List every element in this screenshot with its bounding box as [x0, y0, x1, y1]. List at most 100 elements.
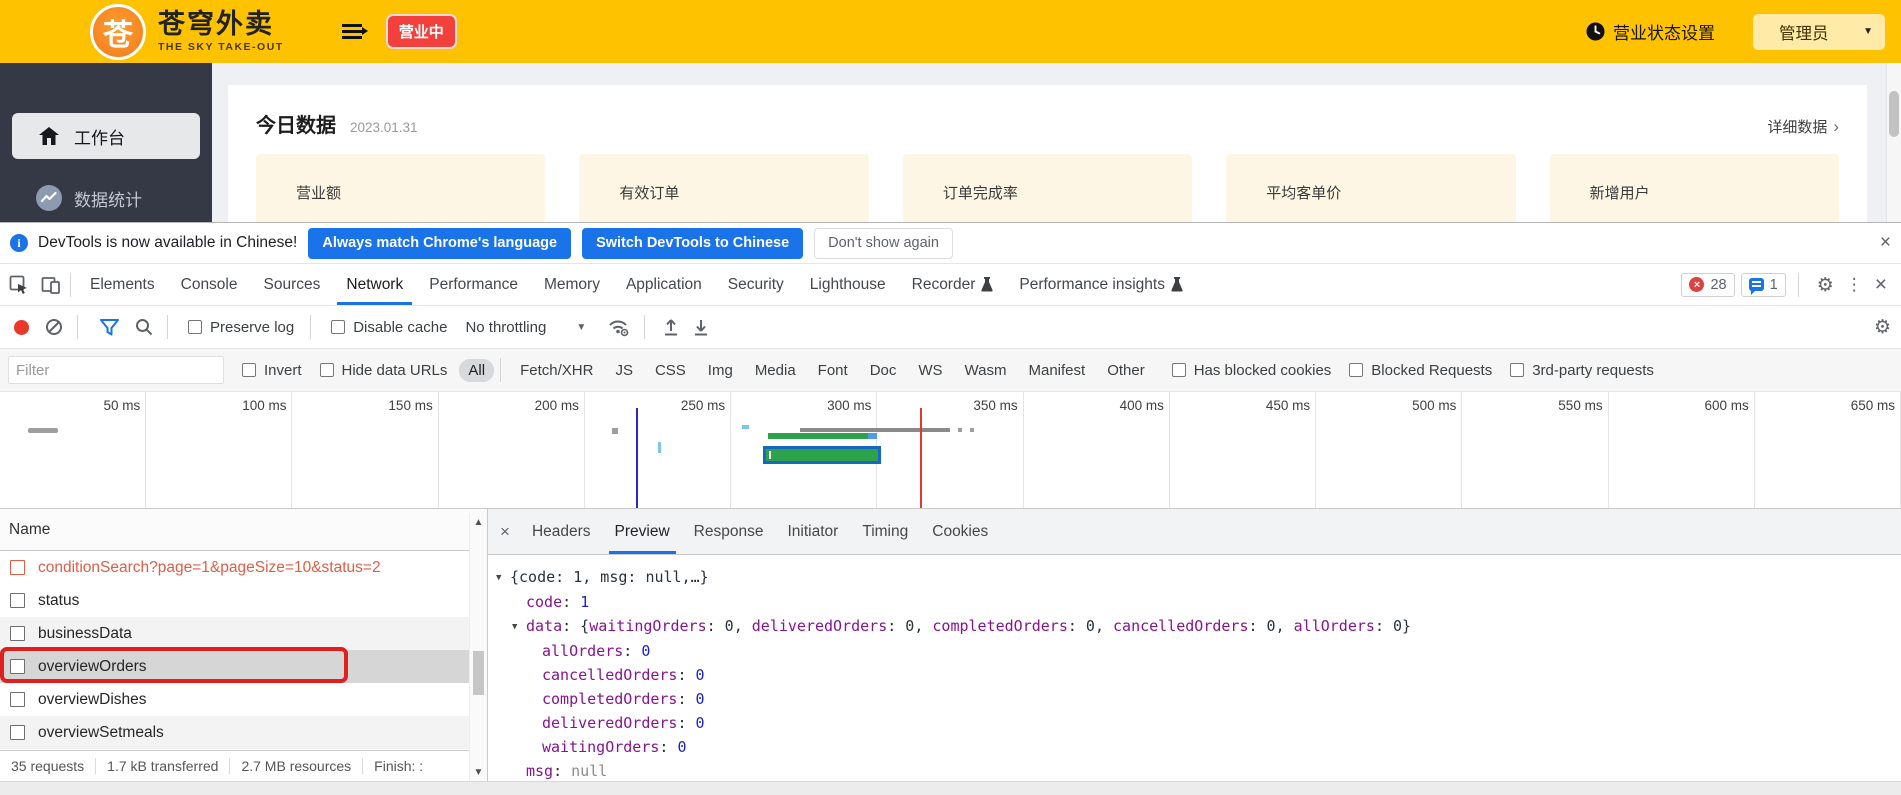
user-menu-dropdown[interactable]: 管理员 ▼: [1753, 13, 1885, 50]
filter-type-font[interactable]: Font: [809, 359, 857, 382]
infobar-button[interactable]: Switch DevTools to Chinese: [582, 227, 804, 259]
filter-checkbox-has-blocked-cookies[interactable]: Has blocked cookies: [1171, 362, 1331, 379]
json-line[interactable]: msg: null: [488, 759, 1901, 781]
tab-recorder[interactable]: Recorder: [899, 264, 1007, 305]
detail-close-icon[interactable]: ×: [500, 522, 510, 542]
detail-tab-preview[interactable]: Preview: [603, 509, 682, 554]
devtools-menu-icon[interactable]: ⋮: [1846, 275, 1863, 295]
waterfall-bar[interactable]: [958, 428, 962, 432]
tab-application[interactable]: Application: [613, 264, 715, 305]
device-toolbar-icon[interactable]: [38, 273, 64, 297]
devtools-settings-icon[interactable]: ⚙: [1817, 274, 1834, 296]
inspect-element-icon[interactable]: [6, 273, 32, 297]
filter-type-doc[interactable]: Doc: [861, 359, 906, 382]
sidebar-item-statistics[interactable]: 数据统计: [12, 177, 200, 219]
tab-sources[interactable]: Sources: [251, 264, 334, 305]
expand-triangle-icon[interactable]: ▼: [512, 615, 526, 639]
waterfall-bar[interactable]: [742, 425, 749, 429]
json-line[interactable]: ▼ data: {waitingOrders: 0, deliveredOrder…: [488, 614, 1901, 639]
waterfall-bar[interactable]: [868, 433, 877, 439]
filter-type-manifest[interactable]: Manifest: [1020, 359, 1095, 382]
table-row[interactable]: overviewSetmeals: [0, 716, 487, 749]
search-icon[interactable]: [135, 318, 153, 336]
page-scrollbar[interactable]: [1886, 63, 1901, 222]
json-line[interactable]: cancelledOrders: 0: [488, 663, 1901, 687]
detail-tab-timing[interactable]: Timing: [850, 509, 920, 554]
console-errors-badge[interactable]: × 28: [1681, 272, 1735, 297]
business-status-settings[interactable]: 营业状态设置: [1613, 19, 1715, 44]
tab-elements[interactable]: Elements: [77, 264, 168, 305]
infobar-button[interactable]: Don't show again: [814, 227, 953, 259]
json-line[interactable]: waitingOrders: 0: [488, 735, 1901, 759]
table-row[interactable]: overviewOrders: [0, 647, 487, 683]
filter-type-css[interactable]: CSS: [646, 359, 695, 382]
disable-cache-checkbox[interactable]: Disable cache: [331, 319, 447, 336]
filter-type-ws[interactable]: WS: [909, 359, 951, 382]
page-scrollbar-thumb[interactable]: [1889, 91, 1899, 137]
scroll-down-icon[interactable]: ▼: [470, 767, 487, 778]
sidebar-collapse-icon[interactable]: [341, 24, 368, 39]
detail-tab-initiator[interactable]: Initiator: [775, 509, 850, 554]
infobar-close-icon[interactable]: ×: [1880, 232, 1891, 254]
devtools-close-icon[interactable]: ×: [1875, 273, 1887, 297]
filter-type-js[interactable]: JS: [606, 359, 642, 382]
tab-performance-insights[interactable]: Performance insights: [1006, 264, 1196, 305]
filter-type-wasm[interactable]: Wasm: [956, 359, 1016, 382]
waterfall-bar[interactable]: [970, 428, 974, 432]
json-line[interactable]: completedOrders: 0: [488, 687, 1901, 711]
request-table-name-header[interactable]: Name: [0, 509, 487, 551]
expand-triangle-icon[interactable]: ▼: [496, 566, 510, 590]
json-line[interactable]: code: 1: [488, 590, 1901, 614]
tab-lighthouse[interactable]: Lighthouse: [797, 264, 899, 305]
waterfall-bar[interactable]: [612, 428, 618, 434]
tab-memory[interactable]: Memory: [531, 264, 613, 305]
clear-network-log-icon[interactable]: [45, 318, 63, 336]
waterfall-bar[interactable]: [800, 428, 950, 432]
import-har-icon[interactable]: [663, 318, 679, 336]
infobar-button[interactable]: Always match Chrome's language: [308, 227, 572, 259]
filter-input[interactable]: [8, 356, 224, 384]
record-network-log-button[interactable]: [14, 319, 29, 335]
waterfall-bar-selected[interactable]: [763, 446, 881, 464]
json-line[interactable]: deliveredOrders: 0: [488, 711, 1901, 735]
table-row[interactable]: overviewDishes: [0, 683, 487, 716]
tab-performance[interactable]: Performance: [416, 264, 531, 305]
json-line[interactable]: allOrders: 0: [488, 639, 1901, 663]
waterfall-bar[interactable]: [28, 428, 58, 433]
filter-type-fetch-xhr[interactable]: Fetch/XHR: [511, 359, 602, 382]
screen: 苍 苍穹外卖 THE SKY TAKE-OUT 营业中 营业状态设置 管理员 ▼…: [0, 0, 1901, 795]
table-row[interactable]: businessData: [0, 617, 487, 650]
invert-checkbox[interactable]: Invert: [242, 362, 302, 379]
scrollbar-thumb[interactable]: [473, 651, 484, 695]
tab-security[interactable]: Security: [715, 264, 797, 305]
tab-network[interactable]: Network: [333, 264, 416, 305]
filter-checkbox-blocked-requests[interactable]: Blocked Requests: [1349, 362, 1492, 379]
network-conditions-icon[interactable]: [608, 318, 630, 337]
hide-data-urls-checkbox[interactable]: Hide data URLs: [319, 362, 447, 379]
waterfall-bar[interactable]: [658, 442, 661, 453]
filter-checkbox-3rd-party-requests[interactable]: 3rd-party requests: [1510, 362, 1654, 379]
issues-badge[interactable]: 1: [1740, 272, 1786, 297]
detail-tab-cookies[interactable]: Cookies: [920, 509, 1000, 554]
detail-data-link[interactable]: 详细数据 ›: [1767, 116, 1839, 137]
export-har-icon[interactable]: [693, 318, 709, 336]
tab-console[interactable]: Console: [168, 264, 251, 305]
filter-icon[interactable]: [100, 318, 119, 336]
request-list-scrollbar[interactable]: ▲ ▼: [469, 513, 487, 781]
table-row[interactable]: conditionSearch?page=1&pageSize=10&statu…: [0, 551, 487, 584]
json-line[interactable]: ▼ {code: 1, msg: null,…}: [488, 565, 1901, 590]
filter-type-media[interactable]: Media: [746, 359, 805, 382]
detail-tab-headers[interactable]: Headers: [520, 509, 603, 554]
scroll-up-icon[interactable]: ▲: [470, 517, 487, 528]
waterfall-bar[interactable]: [768, 433, 868, 439]
filter-type-all[interactable]: All: [459, 358, 495, 382]
preserve-log-checkbox[interactable]: Preserve log: [188, 319, 294, 336]
sidebar-item-workbench[interactable]: 工作台: [12, 113, 200, 159]
detail-tab-response[interactable]: Response: [682, 509, 776, 554]
table-row-partial[interactable]: [0, 749, 487, 750]
throttling-dropdown[interactable]: No throttling ▼: [465, 319, 586, 336]
filter-type-img[interactable]: Img: [699, 359, 742, 382]
filter-type-other[interactable]: Other: [1098, 359, 1154, 382]
table-row[interactable]: status: [0, 584, 487, 617]
network-settings-icon[interactable]: ⚙: [1874, 316, 1891, 338]
